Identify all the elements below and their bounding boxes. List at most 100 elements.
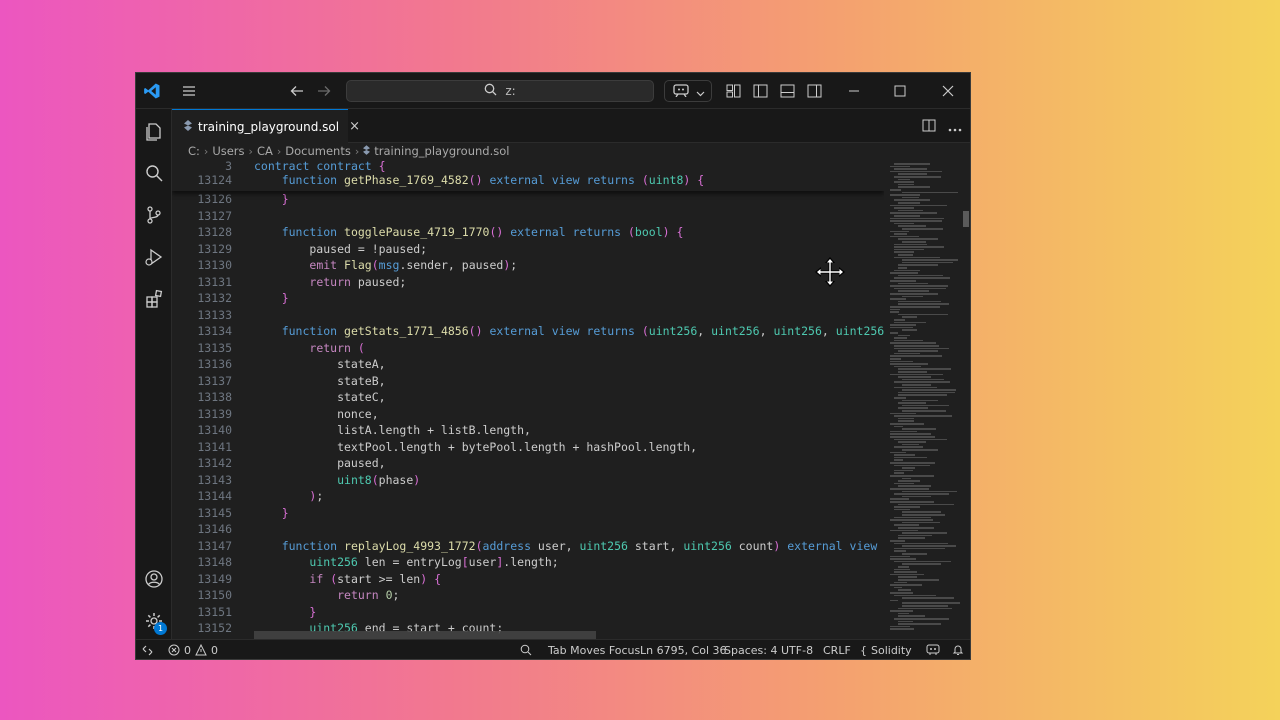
minimap-line [898, 576, 917, 578]
code-line[interactable]: 13131 return paused; [172, 274, 884, 291]
line-number: 13151 [197, 604, 232, 619]
zoom-indicator[interactable] [520, 640, 532, 659]
horizontal-scrollbar-thumb[interactable] [254, 631, 596, 639]
code-line[interactable]: 13149 if (start >= len) { [172, 571, 884, 588]
language-mode[interactable]: { Solidity [860, 640, 912, 659]
minimap-line [894, 319, 905, 321]
minimap-line [902, 428, 936, 430]
tab-training-playground[interactable]: training_playground.sol × [172, 109, 360, 143]
accounts-icon[interactable] [136, 561, 172, 597]
customize-layout-icon[interactable] [722, 73, 744, 109]
minimap-line [894, 243, 927, 246]
code-line[interactable]: 13134 function getStats_1771_4856() exte… [172, 323, 884, 340]
code-line[interactable]: 13148 uint256 len = entryLog[user].lengt… [172, 554, 884, 571]
minimap-line [898, 282, 929, 285]
search-icon[interactable] [136, 155, 172, 191]
code-line[interactable]: 13144 ); [172, 488, 884, 505]
move-cursor-icon [815, 257, 845, 287]
encoding[interactable]: UTF-8 [781, 640, 813, 659]
close-icon[interactable] [930, 73, 966, 109]
indentation[interactable]: Spaces: 4 [724, 640, 777, 659]
code-line[interactable]: 13141 textPool.length + bytePool.length … [172, 439, 884, 456]
tab-moves-focus[interactable]: Tab Moves Focus [548, 640, 640, 659]
code-line[interactable]: 13143 uint8(phase) [172, 472, 884, 489]
code-line[interactable]: 13145 } [172, 505, 884, 522]
maximize-icon[interactable] [882, 73, 918, 109]
remote-indicator[interactable] [142, 640, 153, 659]
code-line[interactable]: 13128 function togglePause_4719_1770() e… [172, 224, 884, 241]
code-line[interactable]: 13147 function replayLog_4993_1772(addre… [172, 538, 884, 555]
minimap-line [894, 524, 919, 526]
breadcrumb-file[interactable]: training_playground.sol [374, 144, 509, 158]
code-line[interactable]: 13136 stateA, [172, 356, 884, 373]
code-line[interactable]: 13151 } [172, 604, 884, 621]
code-editor[interactable]: 3 contract contract {13124 function getPh… [172, 161, 884, 639]
minimap-line [898, 238, 939, 240]
code-line[interactable]: 13127 [172, 208, 884, 225]
toggle-primary-sidebar-icon[interactable] [749, 73, 771, 109]
code-line[interactable]: 13130 emit Flag(msg.sender, paused); [172, 257, 884, 274]
command-center-search[interactable]: z: [346, 80, 654, 102]
code-line[interactable]: 13135 return ( [172, 340, 884, 357]
toggle-secondary-sidebar-icon[interactable] [803, 73, 825, 109]
problems-indicator[interactable]: 0 0 [168, 640, 218, 659]
minimap-line [890, 373, 943, 376]
minimize-icon[interactable] [836, 73, 872, 109]
chevron-right-icon: › [203, 144, 209, 158]
explorer-icon[interactable] [136, 113, 172, 149]
back-icon[interactable] [286, 73, 308, 109]
minimap-line [890, 430, 918, 433]
minimap[interactable] [884, 161, 962, 639]
code-line[interactable]: 13146 [172, 521, 884, 538]
code-line[interactable]: 13138 stateC, [172, 389, 884, 406]
code-line[interactable]: 13126 } [172, 191, 884, 208]
more-actions-icon[interactable] [948, 117, 962, 136]
warning-count: 0 [211, 643, 218, 657]
minimap-line [894, 508, 910, 511]
minimap-line [890, 332, 899, 334]
breadcrumb-users[interactable]: Users [212, 144, 244, 158]
extensions-icon[interactable] [136, 281, 172, 317]
sticky-line[interactable]: 13124 function getPhase_1769_4582() exte… [172, 172, 884, 189]
line-number: 13137 [197, 373, 232, 388]
code-line[interactable]: 13137 stateB, [172, 373, 884, 390]
forward-icon[interactable] [313, 73, 335, 109]
code-line[interactable]: 13140 listA.length + listB.length, [172, 422, 884, 439]
manage-icon[interactable]: 1 [136, 603, 172, 639]
toggle-panel-icon[interactable] [776, 73, 798, 109]
minimap-line [894, 482, 914, 485]
code-line[interactable]: 13133 [172, 307, 884, 324]
line-number: 13130 [197, 258, 232, 272]
sticky-scroll[interactable]: 3 contract contract {13124 function getPh… [172, 161, 884, 191]
vertical-scrollbar-thumb[interactable] [963, 211, 969, 227]
breadcrumb-documents[interactable]: Documents [285, 144, 351, 158]
breadcrumb-drive[interactable]: C: [188, 144, 200, 158]
tab-close-icon[interactable]: × [349, 119, 360, 134]
code-line[interactable]: 13142 paused, [172, 455, 884, 472]
breadcrumb-ca[interactable]: CA [257, 144, 273, 158]
code-line[interactable]: 13129 paused = !paused; [172, 241, 884, 258]
minimap-line [902, 545, 957, 547]
copilot-button[interactable] [664, 80, 712, 102]
line-ending[interactable]: CRLF [823, 640, 851, 659]
source-control-icon[interactable] [136, 197, 172, 233]
minimap-line [898, 313, 948, 316]
code-line[interactable]: 13150 return 0; [172, 587, 884, 604]
notifications-icon[interactable] [952, 640, 964, 659]
minimap-line [890, 628, 915, 630]
menu-icon[interactable] [178, 73, 200, 109]
copilot-status-icon[interactable] [926, 640, 940, 659]
copilot-icon [672, 82, 690, 101]
split-editor-icon[interactable] [922, 117, 936, 136]
vertical-scrollbar[interactable] [962, 161, 970, 639]
status-bar: 0 0 Tab Moves Focus Ln 6795, Col 36 Spac… [136, 639, 970, 659]
minimap-line [890, 358, 902, 360]
code-line[interactable]: 13139 nonce, [172, 406, 884, 423]
minimap-line [890, 308, 900, 311]
code-line[interactable]: 13132 } [172, 290, 884, 307]
minimap-line [902, 384, 931, 386]
chevron-right-icon: › [354, 144, 360, 158]
run-debug-icon[interactable] [136, 239, 172, 275]
code-text: uint256 len = entryLog[user].length; [309, 555, 559, 569]
cursor-position[interactable]: Ln 6795, Col 36 [640, 640, 727, 659]
